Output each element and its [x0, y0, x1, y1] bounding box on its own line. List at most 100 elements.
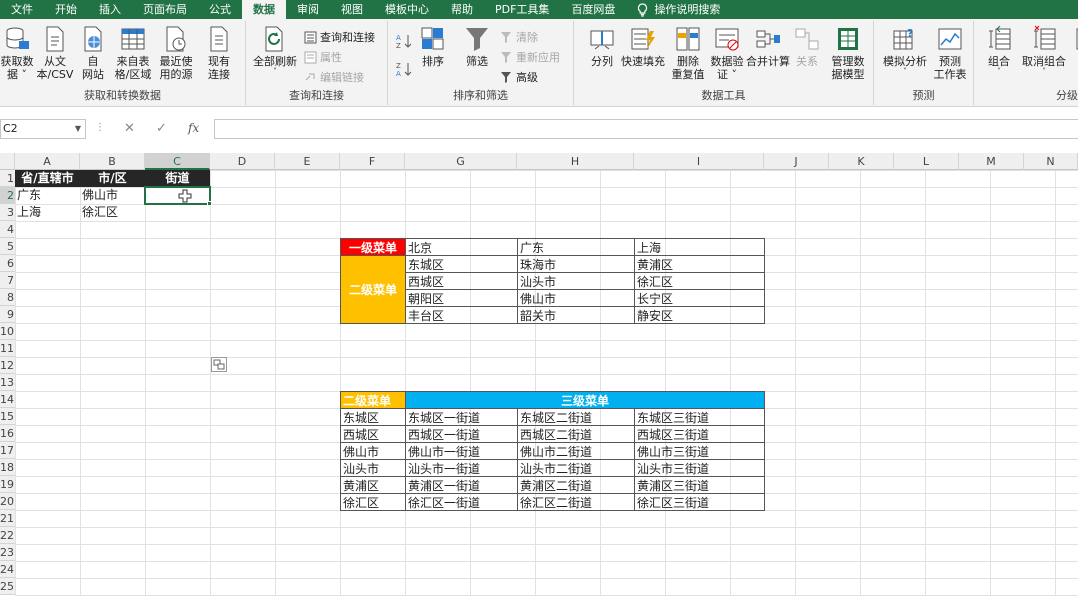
city-cell[interactable]: 西城区 — [405, 272, 518, 290]
tab-template-center[interactable]: 模板中心 — [374, 0, 440, 19]
street-cell[interactable]: 佛山市二街道 — [517, 442, 635, 460]
province-cell[interactable]: 上海 — [634, 238, 765, 256]
district-cell[interactable]: 东城区 — [340, 408, 406, 426]
province-cell[interactable]: 广东 — [517, 238, 635, 256]
district-cell[interactable]: 西城区 — [340, 425, 406, 443]
row-header-11[interactable]: 11 — [0, 340, 15, 357]
fill-handle[interactable] — [207, 201, 212, 206]
tab-home[interactable]: 开始 — [44, 0, 88, 19]
tab-baidu-netdisk[interactable]: 百度网盘 — [560, 0, 626, 19]
district-cell[interactable]: 徐汇区 — [340, 493, 406, 511]
row-header-12[interactable]: 12 — [0, 357, 15, 374]
row-header-13[interactable]: 13 — [0, 374, 15, 391]
data-validation-button[interactable]: 数据验 证 ˅ — [708, 25, 746, 81]
tab-pdf-tools[interactable]: PDF工具集 — [484, 0, 560, 19]
district-cell[interactable]: 黄浦区 — [340, 476, 406, 494]
street-cell[interactable]: 汕头市二街道 — [517, 459, 635, 477]
row-header-24[interactable]: 24 — [0, 561, 15, 578]
text-to-columns-button[interactable]: 分列 — [586, 25, 618, 68]
tab-data[interactable]: 数据 — [242, 0, 286, 19]
province-cell[interactable]: 北京 — [405, 238, 518, 256]
city-cell[interactable]: 黄浦区 — [634, 255, 765, 273]
header-cell-province[interactable]: 省/直辖市 — [15, 170, 80, 187]
ungroup-button[interactable]: 取消组合 ˅ — [1020, 25, 1068, 76]
from-web-button[interactable]: 自 网站 — [76, 25, 110, 81]
reapply-button[interactable]: 重新应用 — [500, 49, 560, 65]
column-header-a[interactable]: A — [15, 153, 80, 170]
tab-view[interactable]: 视图 — [330, 0, 374, 19]
confirm-entry-icon[interactable]: ✓ — [156, 121, 167, 136]
name-box-dropdown-icon[interactable]: ▼ — [75, 120, 81, 138]
column-header-c[interactable]: C — [145, 153, 210, 170]
row-header-2[interactable]: 2 — [0, 187, 15, 204]
row-header-19[interactable]: 19 — [0, 476, 15, 493]
cancel-entry-icon[interactable]: ✕ — [124, 121, 135, 136]
row-header-5[interactable]: 5 — [0, 238, 15, 255]
worksheet-grid[interactable]: 省/直辖市 市/区 街道 广东 佛山市 上海 徐汇区 一级菜单 北京 广东 上海 二级菜… — [15, 170, 1078, 596]
level-2-header-cell[interactable]: 二级菜单 — [340, 391, 406, 409]
column-header-l[interactable]: L — [894, 153, 959, 170]
district-cell[interactable]: 佛山市 — [340, 442, 406, 460]
from-table-range-button[interactable]: 来自表 格/区域 — [112, 25, 154, 81]
column-header-h[interactable]: H — [517, 153, 634, 170]
cell-b3[interactable]: 徐汇区 — [80, 204, 145, 221]
cell-c3[interactable] — [145, 204, 210, 221]
row-header-20[interactable]: 20 — [0, 493, 15, 510]
column-header-g[interactable]: G — [405, 153, 517, 170]
refresh-all-button[interactable]: 全部刷新 ˅ — [250, 25, 300, 76]
row-header-1[interactable]: 1 — [0, 170, 15, 187]
tab-file[interactable]: 文件 — [0, 0, 44, 19]
column-header-i[interactable]: I — [634, 153, 764, 170]
sort-a-to-z-button[interactable]: AZ — [396, 33, 412, 49]
row-header-7[interactable]: 7 — [0, 272, 15, 289]
forecast-sheet-button[interactable]: 预测 工作表 — [932, 25, 968, 81]
street-cell[interactable]: 东城区一街道 — [405, 408, 518, 426]
row-header-17[interactable]: 17 — [0, 442, 15, 459]
column-header-f[interactable]: F — [340, 153, 405, 170]
from-text-csv-button[interactable]: 从文 本/CSV — [36, 25, 74, 81]
name-box[interactable]: C2 ▼ — [0, 119, 86, 139]
tab-formulas[interactable]: 公式 — [198, 0, 242, 19]
edit-links-button[interactable]: 编辑链接 — [304, 69, 364, 85]
row-header-25[interactable]: 25 — [0, 578, 15, 595]
street-cell[interactable]: 汕头市一街道 — [405, 459, 518, 477]
city-cell[interactable]: 韶关市 — [517, 306, 635, 324]
row-header-9[interactable]: 9 — [0, 306, 15, 323]
manage-data-model-button[interactable]: 管理数 据模型 — [828, 25, 868, 81]
level-3-header-cell[interactable]: 三级菜单 — [405, 391, 765, 409]
level-2-label-cell[interactable]: 二级菜单 — [340, 255, 406, 324]
properties-button[interactable]: 属性 — [304, 49, 342, 65]
street-cell[interactable]: 东城区二街道 — [517, 408, 635, 426]
city-cell[interactable]: 佛山市 — [517, 289, 635, 307]
city-cell[interactable]: 静安区 — [634, 306, 765, 324]
column-header-n[interactable]: N — [1024, 153, 1078, 170]
column-header-d[interactable]: D — [210, 153, 275, 170]
paste-options-icon[interactable] — [211, 357, 227, 372]
column-header-k[interactable]: K — [829, 153, 894, 170]
row-header-15[interactable]: 15 — [0, 408, 15, 425]
street-cell[interactable]: 徐汇区三街道 — [634, 493, 765, 511]
column-header-b[interactable]: B — [80, 153, 145, 170]
flash-fill-button[interactable]: 快速填充 — [620, 25, 666, 68]
cell-a2[interactable]: 广东 — [15, 187, 80, 204]
tab-help[interactable]: 帮助 — [440, 0, 484, 19]
cell-a3[interactable]: 上海 — [15, 204, 80, 221]
level-1-label-cell[interactable]: 一级菜单 — [340, 238, 406, 256]
row-header-4[interactable]: 4 — [0, 221, 15, 238]
header-cell-city[interactable]: 市/区 — [80, 170, 145, 187]
row-header-14[interactable]: 14 — [0, 391, 15, 408]
column-header-e[interactable]: E — [275, 153, 340, 170]
header-cell-street[interactable]: 街道 — [145, 170, 210, 187]
row-header-16[interactable]: 16 — [0, 425, 15, 442]
row-header-3[interactable]: 3 — [0, 204, 15, 221]
recent-sources-button[interactable]: 最近使 用的源 — [156, 25, 196, 81]
consolidate-button[interactable]: 合并计算 — [746, 25, 790, 68]
select-all-corner[interactable] — [0, 153, 15, 170]
city-cell[interactable]: 长宁区 — [634, 289, 765, 307]
remove-duplicates-button[interactable]: 删除 重复值 — [668, 25, 708, 81]
column-header-m[interactable]: M — [959, 153, 1024, 170]
relationships-button[interactable]: 关系 — [792, 25, 822, 68]
street-cell[interactable]: 黄浦区三街道 — [634, 476, 765, 494]
sort-z-to-a-button[interactable]: ZA — [396, 61, 412, 77]
row-header-21[interactable]: 21 — [0, 510, 15, 527]
